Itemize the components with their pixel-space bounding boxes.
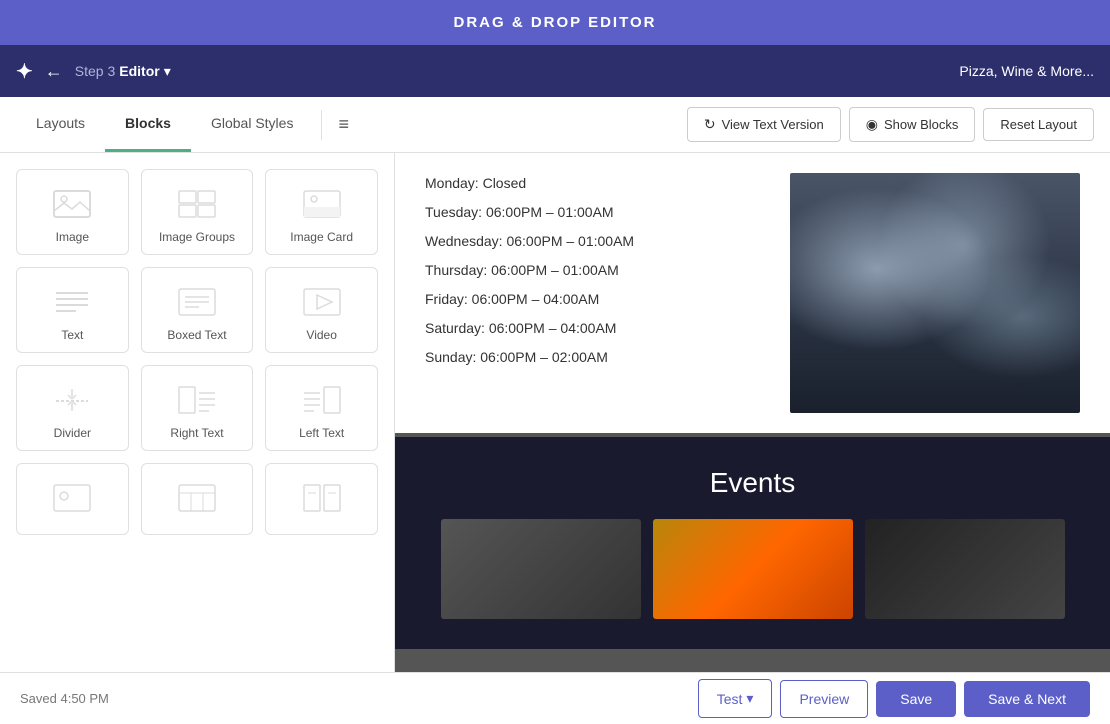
block-right-text-icon	[173, 382, 221, 418]
block-image-card[interactable]: Image Card	[265, 169, 378, 255]
nav-editor-label: Editor	[119, 63, 159, 79]
block-image-card-icon	[298, 186, 346, 222]
block-left-text-label: Left Text	[299, 426, 344, 440]
hour-tuesday: Tuesday: 06:00PM – 01:00AM	[425, 202, 750, 223]
refresh-icon: ↻	[704, 116, 716, 133]
block-video[interactable]: Video	[265, 267, 378, 353]
toolbar-actions: ↻ View Text Version ◉ Show Blocks Reset …	[687, 107, 1094, 142]
block-divider-icon	[48, 382, 96, 418]
block-divider-label: Divider	[54, 426, 91, 440]
tab-layouts[interactable]: Layouts	[16, 97, 105, 152]
preview-button[interactable]: Preview	[780, 680, 868, 718]
events-title: Events	[425, 467, 1080, 499]
event-image-2	[653, 519, 853, 619]
reset-layout-button[interactable]: Reset Layout	[983, 108, 1094, 141]
editor-content: Monday: Closed Tuesday: 06:00PM – 01:00A…	[395, 153, 1110, 672]
save-next-button[interactable]: Save & Next	[964, 681, 1090, 717]
glass-image-visual	[790, 173, 1080, 413]
top-banner: DRAG & DROP EDITOR	[0, 0, 1110, 45]
hours-image	[790, 173, 1080, 413]
save-button[interactable]: Save	[876, 681, 956, 717]
block-left-text-icon	[298, 382, 346, 418]
block-video-label: Video	[306, 328, 336, 342]
hour-friday: Friday: 06:00PM – 04:00AM	[425, 289, 750, 310]
tab-global-styles[interactable]: Global Styles	[191, 97, 313, 152]
sidebar: Image Image Groups	[0, 153, 395, 672]
block-image-groups[interactable]: Image Groups	[141, 169, 254, 255]
events-images	[425, 519, 1080, 619]
nav-step: Step 3	[75, 63, 115, 79]
block-boxed-text-label: Boxed Text	[167, 328, 226, 342]
toolbar: Layouts Blocks Global Styles ≡ ↻ View Te…	[0, 97, 1110, 153]
hour-wednesday: Wednesday: 06:00PM – 01:00AM	[425, 231, 750, 252]
nav-back-button[interactable]: ←	[45, 61, 63, 82]
block-extra1-icon	[48, 480, 96, 516]
block-text-icon	[48, 284, 96, 320]
block-extra2[interactable]	[141, 463, 254, 535]
event-image-3	[865, 519, 1065, 619]
hours-section-inner: Monday: Closed Tuesday: 06:00PM – 01:00A…	[395, 153, 1110, 433]
block-divider[interactable]: Divider	[16, 365, 129, 451]
block-extra1[interactable]	[16, 463, 129, 535]
block-image-icon	[48, 186, 96, 222]
hours-section: Monday: Closed Tuesday: 06:00PM – 01:00A…	[395, 153, 1110, 433]
hour-sunday: Sunday: 06:00PM – 02:00AM	[425, 347, 750, 368]
tab-blocks[interactable]: Blocks	[105, 97, 191, 152]
blocks-grid: Image Image Groups	[16, 169, 378, 535]
hours-text: Monday: Closed Tuesday: 06:00PM – 01:00A…	[425, 173, 750, 376]
block-image-label: Image	[56, 230, 89, 244]
block-boxed-text-icon	[173, 284, 221, 320]
block-right-text[interactable]: Right Text	[141, 365, 254, 451]
block-image[interactable]: Image	[16, 169, 129, 255]
block-video-icon	[298, 284, 346, 320]
menu-icon[interactable]: ≡	[330, 110, 357, 139]
block-extra2-icon	[173, 480, 221, 516]
block-right-text-label: Right Text	[170, 426, 223, 440]
test-button[interactable]: Test ▾	[698, 679, 773, 718]
block-image-groups-icon	[173, 186, 221, 222]
events-section: Events	[395, 437, 1110, 649]
test-dropdown-icon: ▾	[746, 690, 753, 707]
main-layout: Image Image Groups	[0, 153, 1110, 672]
hour-monday: Monday: Closed	[425, 173, 750, 194]
eye-icon: ◉	[866, 116, 878, 133]
nav-restaurant-name: Pizza, Wine & More...	[959, 63, 1094, 79]
toolbar-tabs: Layouts Blocks Global Styles	[16, 97, 313, 152]
block-boxed-text[interactable]: Boxed Text	[141, 267, 254, 353]
hour-thursday: Thursday: 06:00PM – 01:00AM	[425, 260, 750, 281]
view-text-version-button[interactable]: ↻ View Text Version	[687, 107, 841, 142]
toolbar-divider	[321, 110, 322, 140]
footer: Saved 4:50 PM Test ▾ Preview Save Save &…	[0, 672, 1110, 724]
block-text[interactable]: Text	[16, 267, 129, 353]
block-text-label: Text	[61, 328, 83, 342]
block-image-card-label: Image Card	[290, 230, 353, 244]
nav-logo: ✦	[16, 59, 33, 84]
footer-saved-text: Saved 4:50 PM	[20, 691, 109, 706]
block-image-groups-label: Image Groups	[159, 230, 235, 244]
top-banner-title: DRAG & DROP EDITOR	[454, 14, 657, 31]
nav-bar: ✦ ← Step 3 Editor ▾ Pizza, Wine & More..…	[0, 45, 1110, 97]
event-image-1	[441, 519, 641, 619]
block-extra3-icon	[298, 480, 346, 516]
show-blocks-button[interactable]: ◉ Show Blocks	[849, 107, 976, 142]
nav-chevron-icon[interactable]: ▾	[164, 63, 171, 80]
block-left-text[interactable]: Left Text	[265, 365, 378, 451]
hour-saturday: Saturday: 06:00PM – 04:00AM	[425, 318, 750, 339]
block-extra3[interactable]	[265, 463, 378, 535]
